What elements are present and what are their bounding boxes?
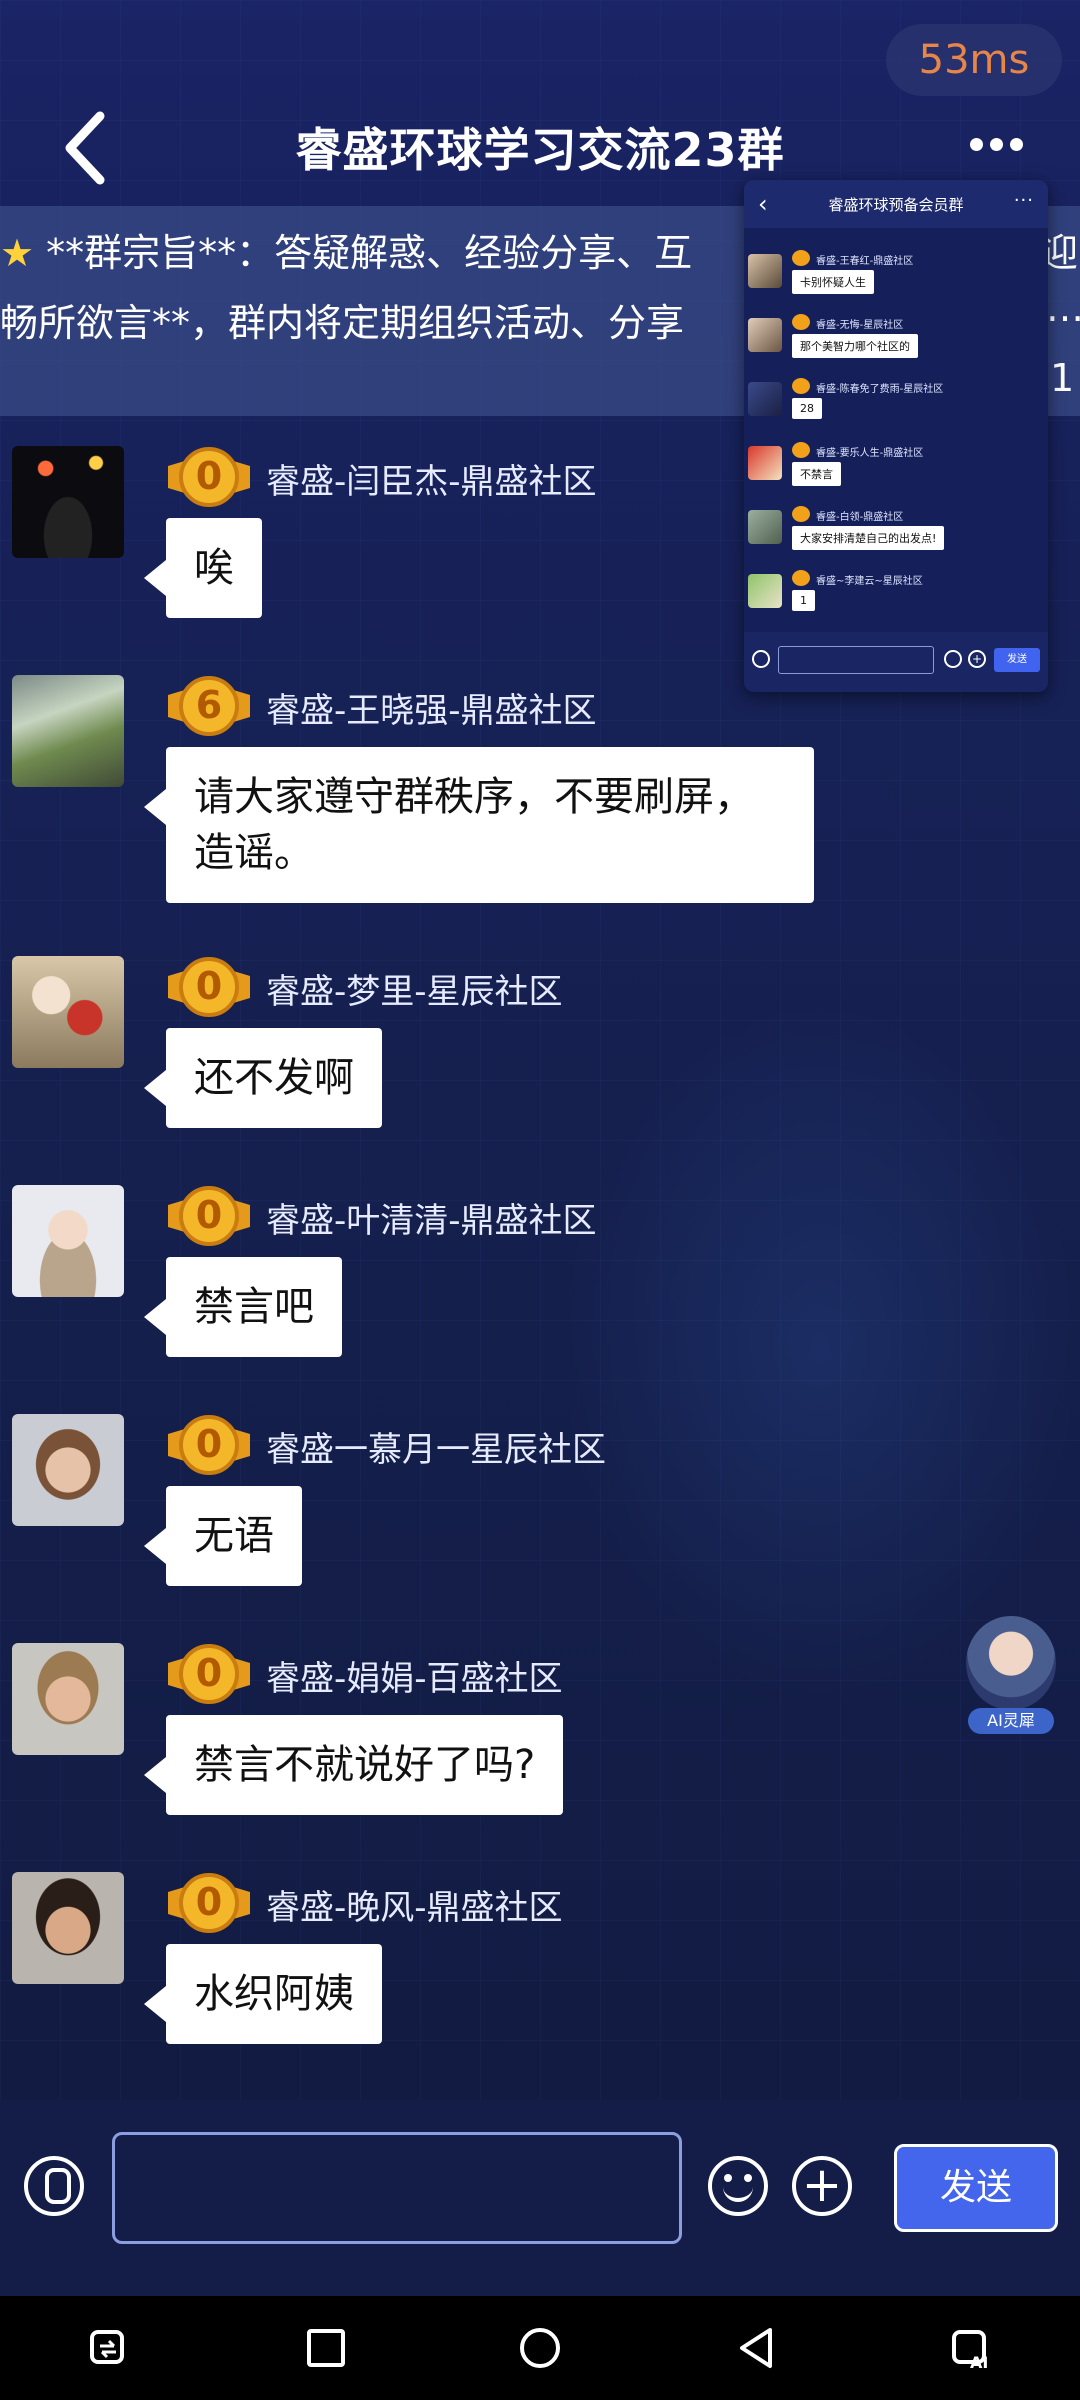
avatar[interactable]: [12, 956, 124, 1068]
medal-icon: [792, 250, 810, 266]
mini-sender: 睿盛-陈春免了费雨-星辰社区: [816, 384, 944, 395]
medal-icon: [792, 378, 810, 394]
more-icon[interactable]: [970, 136, 1034, 156]
star-icon: ★: [0, 231, 35, 275]
level-medal-icon: 6: [166, 675, 252, 737]
input-bar: + 发送: [0, 2100, 1080, 2296]
sender-name: 睿盛-晚风-鼎盛社区: [266, 1888, 563, 1928]
mini-more-icon[interactable]: ···: [1014, 190, 1034, 211]
mini-message: 睿盛-陈春免了费雨-星辰社区 28: [744, 378, 1048, 438]
avatar[interactable]: [12, 1643, 124, 1755]
back-icon[interactable]: [56, 108, 116, 188]
nav-recent-icon[interactable]: [86, 2326, 130, 2370]
mini-title: 睿盛环球预备会员群: [828, 196, 964, 214]
system-nav-bar: AI: [0, 2296, 1080, 2400]
send-button[interactable]: 发送: [894, 2144, 1058, 2232]
ai-assistant-label: AI灵犀: [968, 1708, 1054, 1734]
mini-emoji-icon[interactable]: [944, 650, 962, 668]
mini-sender: 睿盛-王春红-鼎盛社区: [816, 256, 914, 267]
message-bubble[interactable]: 唉: [144, 518, 262, 618]
svg-text:AI: AI: [970, 2353, 988, 2370]
message-bubble[interactable]: 禁言吧: [144, 1257, 342, 1357]
level-medal-icon: 0: [166, 1643, 252, 1705]
emoji-icon[interactable]: [708, 2156, 768, 2216]
mini-plus-icon[interactable]: +: [968, 650, 986, 668]
mini-bubble: 卡别怀疑人生: [792, 270, 874, 294]
mini-bubble: 28: [792, 398, 822, 419]
level-medal-icon: 0: [166, 956, 252, 1018]
message-bubble[interactable]: 请大家遵守群秩序，不要刷屏，造谣。: [144, 747, 814, 903]
background-glow: [560, 1000, 1080, 1700]
mic-icon[interactable]: [24, 2156, 84, 2216]
mini-avatar: [748, 254, 782, 288]
floating-chat-window[interactable]: ‹ 睿盛环球预备会员群 ··· 睿盛-王春红-鼎盛社区 卡别怀疑人生 睿盛-无悔…: [744, 180, 1048, 692]
notice-line-2: 畅所欲言**，群内将定期组织活动、分享: [0, 301, 685, 345]
notice-tail-3: 1: [1050, 356, 1075, 400]
mini-avatar: [748, 382, 782, 416]
nav-square-icon[interactable]: [304, 2326, 348, 2370]
mini-mic-icon[interactable]: [752, 650, 770, 668]
avatar[interactable]: [12, 675, 124, 787]
message-bubble[interactable]: 还不发啊: [144, 1028, 382, 1128]
mini-message: 睿盛-要乐人生-鼎盛社区 不禁言: [744, 442, 1048, 502]
nav-ai-icon[interactable]: AI: [950, 2326, 994, 2372]
sender-name: 睿盛-梦里-星辰社区: [266, 972, 563, 1012]
mini-message: 睿盛-王春红-鼎盛社区 卡别怀疑人生: [744, 250, 1048, 310]
message-bubble[interactable]: 水织阿姨: [144, 1944, 382, 2044]
avatar[interactable]: [12, 1185, 124, 1297]
mini-bubble: 1: [792, 590, 815, 611]
medal-icon: [792, 570, 810, 586]
medal-icon: [792, 506, 810, 522]
mini-input[interactable]: [778, 646, 934, 674]
mini-sender: 睿盛-白领-鼎盛社区: [816, 512, 904, 523]
mini-message: 睿盛~李建云~星辰社区 1: [744, 570, 1048, 630]
medal-icon: [792, 314, 810, 330]
ai-assistant-button[interactable]: AI灵犀: [962, 1616, 1060, 1740]
sender-name: 睿盛-闫臣杰-鼎盛社区: [266, 462, 597, 502]
mini-avatar: [748, 318, 782, 352]
message-bubble[interactable]: 无语: [144, 1486, 302, 1586]
mini-bubble: 那个美智力哪个社区的: [792, 334, 918, 358]
chat-title: 睿盛环球学习交流23群: [295, 123, 785, 177]
level-medal-icon: 0: [166, 1872, 252, 1934]
notice-tail-2: …: [1046, 286, 1080, 330]
mini-send-button[interactable]: 发送: [994, 648, 1040, 672]
message-bubble[interactable]: 禁言不就说好了吗?: [143, 1715, 564, 1815]
mini-header: ‹ 睿盛环球预备会员群 ···: [744, 180, 1048, 228]
level-medal-icon: 0: [166, 1414, 252, 1476]
mini-sender: 睿盛-无悔-星辰社区: [816, 320, 904, 331]
mini-avatar: [748, 510, 782, 544]
mini-sender: 睿盛~李建云~星辰社区: [816, 576, 923, 587]
plus-icon[interactable]: +: [792, 2156, 852, 2216]
mini-sender: 睿盛-要乐人生-鼎盛社区: [816, 448, 924, 459]
message-input[interactable]: [112, 2132, 682, 2244]
avatar[interactable]: [12, 1414, 124, 1526]
mini-message: 睿盛-白领-鼎盛社区 大家安排清楚自己的出发点!: [744, 506, 1048, 566]
nav-home-icon[interactable]: [518, 2326, 562, 2370]
sender-name: 睿盛-娟娟-百盛社区: [266, 1659, 563, 1699]
sender-name: 睿盛一慕月一星辰社区: [266, 1430, 606, 1470]
mini-input-bar: + 发送: [744, 632, 1048, 692]
nav-back-icon[interactable]: [734, 2326, 778, 2370]
mini-avatar: [748, 446, 782, 480]
avatar[interactable]: [12, 1872, 124, 1984]
mini-bubble: 不禁言: [792, 462, 841, 486]
avatar[interactable]: [12, 446, 124, 558]
medal-icon: [792, 442, 810, 458]
level-medal-icon: 0: [166, 1185, 252, 1247]
mini-avatar: [748, 574, 782, 608]
mini-message: 睿盛-无悔-星辰社区 那个美智力哪个社区的: [744, 314, 1048, 374]
mini-bubble: 大家安排清楚自己的出发点!: [792, 526, 945, 550]
mini-back-icon[interactable]: ‹: [758, 190, 768, 218]
latency-badge: 53ms: [886, 24, 1062, 96]
sender-name: 睿盛-叶清清-鼎盛社区: [266, 1201, 597, 1241]
level-medal-icon: 0: [166, 446, 252, 508]
sender-name: 睿盛-王晓强-鼎盛社区: [266, 691, 597, 731]
ai-avatar-icon: [966, 1616, 1056, 1710]
notice-line-1: ★ **群宗旨**：答疑解惑、经验分享、互: [0, 231, 693, 275]
